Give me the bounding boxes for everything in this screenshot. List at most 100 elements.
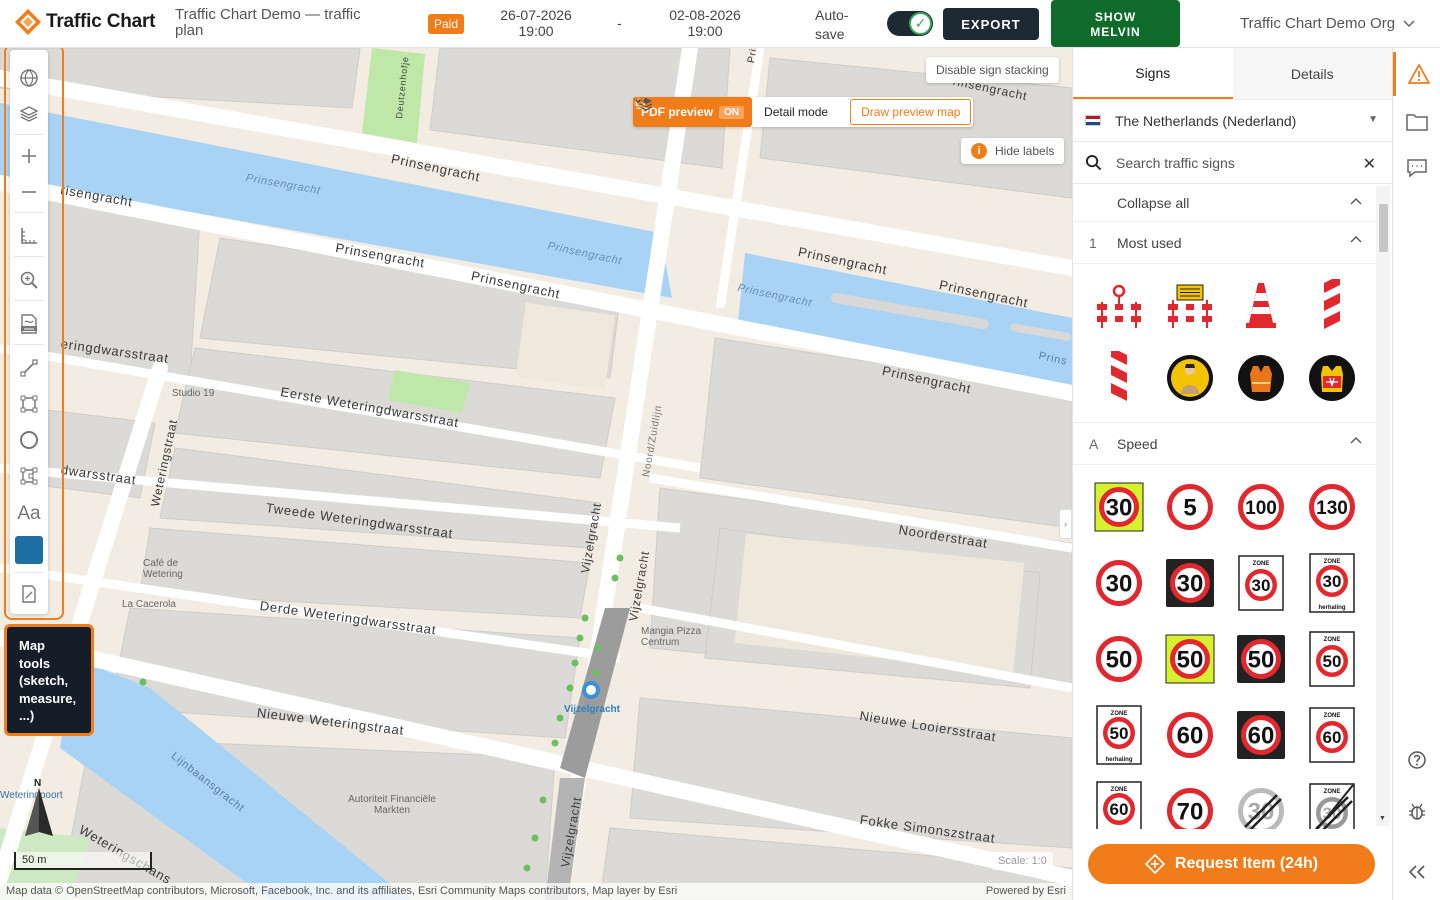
date-separator: - xyxy=(617,15,622,31)
speed-sign-70-plain[interactable]: 70 xyxy=(1154,773,1225,829)
speed-sign-50-plain[interactable]: 50 xyxy=(1083,621,1154,697)
speed-value: 30 xyxy=(1322,572,1341,591)
speed-sign-50-zone[interactable]: 50 ZONE xyxy=(1296,621,1367,697)
zoom-in-button[interactable] xyxy=(11,140,47,172)
speed-sign-30-zone-end[interactable]: 30ZONE xyxy=(1296,773,1367,829)
draw-preview-map-button[interactable]: Draw preview map xyxy=(633,98,972,125)
rail-help[interactable] xyxy=(1393,738,1440,782)
zoom-to-button[interactable] xyxy=(11,264,47,296)
disable-sign-stacking-button[interactable]: Disable sign stacking xyxy=(926,57,1059,83)
speed-limit-icon: 5 xyxy=(1166,484,1213,530)
speed-sign-30-zone[interactable]: 30 ZONE xyxy=(1225,545,1296,621)
color-picker-button[interactable] xyxy=(11,534,47,566)
sign-closed-road-barrier[interactable] xyxy=(1154,270,1225,342)
gpx-import-button[interactable] xyxy=(11,308,47,340)
org-switcher[interactable]: Traffic Chart Demo Org xyxy=(1240,15,1415,32)
detail-mode-dropdown[interactable]: Detail mode xyxy=(633,97,840,119)
speed-sign-50-zone[interactable]: 50 ZONE herhaling xyxy=(1083,697,1154,773)
sign-barrier-light[interactable] xyxy=(1083,270,1154,342)
map-canvas[interactable]: Prinsengracht Prinsengracht Prinsengrach… xyxy=(0,48,1072,900)
zone-label: ZONE xyxy=(1323,637,1340,643)
section-letter: 1 xyxy=(1089,234,1097,251)
draw-circle-button[interactable] xyxy=(11,424,47,456)
speed-sign-5-plain[interactable]: 5 xyxy=(1154,469,1225,545)
polygon-tool-icon xyxy=(20,467,38,485)
clear-search-icon[interactable]: ✕ xyxy=(1363,154,1376,174)
draw-polygon-button[interactable] xyxy=(11,460,47,492)
show-melvin-button[interactable]: SHOW MELVIN xyxy=(1051,0,1180,47)
search-input[interactable]: Search traffic signs xyxy=(1116,155,1235,171)
speed-value: 60 xyxy=(1322,728,1341,747)
sign-warning-vest[interactable] xyxy=(1296,342,1367,414)
text-tool-glyph: Aa xyxy=(17,503,41,524)
speed-value: 50 xyxy=(1247,647,1274,674)
speed-sign-100-plain[interactable]: 100 xyxy=(1225,469,1296,545)
request-item-button[interactable]: Request Item (24h) xyxy=(1088,844,1375,884)
hide-labels-button[interactable]: i Hide labels xyxy=(961,138,1065,164)
speed-value: 60 xyxy=(1109,800,1128,819)
panel-scrollbar[interactable]: ▼ xyxy=(1376,186,1390,826)
text-tool-button[interactable]: Aa xyxy=(11,498,47,530)
section-title: Speed xyxy=(1117,435,1158,452)
speed-value: 30 xyxy=(1176,571,1203,598)
sign-safety-vest[interactable] xyxy=(1225,342,1296,414)
draw-line-button[interactable] xyxy=(11,352,47,384)
country-select[interactable]: The Netherlands (Nederland) ▼ xyxy=(1073,100,1392,142)
speed-sign-30-end[interactable]: 30 xyxy=(1225,773,1296,829)
sign-beacon-right[interactable] xyxy=(1296,270,1367,342)
speed-sign-60-zone[interactable]: 60 ZONE xyxy=(1296,697,1367,773)
sign-traffic-controller[interactable] xyxy=(1154,342,1225,414)
export-button[interactable]: EXPORT xyxy=(943,8,1039,40)
speed-value: 50 xyxy=(1109,724,1128,743)
traffic-controller-icon xyxy=(1166,355,1213,401)
speed-sign-30-black[interactable]: 30 xyxy=(1154,545,1225,621)
speed-value: 50 xyxy=(1322,652,1341,671)
map-tools-panel: Aa xyxy=(10,50,48,614)
rail-comments[interactable] xyxy=(1393,146,1440,190)
speed-sign-30-plain[interactable]: 30 xyxy=(1083,545,1154,621)
speed-sign-50-black[interactable]: 50 xyxy=(1225,621,1296,697)
date-to[interactable]: 02-08-2026 19:00 xyxy=(659,7,751,39)
speed-sign-30-yellow[interactable]: 30 xyxy=(1083,469,1154,545)
basemap-button[interactable] xyxy=(11,62,47,94)
notes-button[interactable] xyxy=(11,578,47,610)
section-speed[interactable]: A Speed xyxy=(1073,423,1376,465)
speed-sign-60-plain[interactable]: 60 xyxy=(1154,697,1225,773)
scroll-down-icon[interactable]: ▼ xyxy=(1379,815,1386,822)
section-most-used[interactable]: 1 Most used xyxy=(1073,222,1376,264)
app-name: Traffic Chart xyxy=(46,11,156,32)
speed-sign-50-yellow[interactable]: 50 xyxy=(1154,621,1225,697)
draw-rectangle-button[interactable] xyxy=(11,388,47,420)
autosave-toggle[interactable]: ✓ xyxy=(887,11,933,36)
hide-labels-label: Hide labels xyxy=(995,144,1055,158)
rail-files[interactable] xyxy=(1393,100,1440,144)
app-logo[interactable]: Traffic Chart xyxy=(14,8,156,36)
paid-badge: Paid xyxy=(428,14,465,34)
rail-warnings[interactable] xyxy=(1393,52,1440,96)
sign-search[interactable]: Search traffic signs ✕ xyxy=(1073,142,1392,184)
speed-value: 30 xyxy=(1105,495,1132,522)
rail-report-bug[interactable] xyxy=(1393,790,1440,834)
line-tool-icon xyxy=(20,359,38,377)
speed-value: 30 xyxy=(1105,571,1132,598)
rail-collapse[interactable] xyxy=(1393,850,1440,894)
speed-sign-60-black[interactable]: 60 xyxy=(1225,697,1296,773)
bug-icon xyxy=(1409,803,1425,820)
speed-sign-130-plain[interactable]: 130 xyxy=(1296,469,1367,545)
collapse-all-row[interactable]: Collapse all xyxy=(1073,184,1376,222)
layers-button[interactable] xyxy=(11,98,47,130)
tab-details[interactable]: Details xyxy=(1232,48,1392,99)
powered-by[interactable]: Powered by Esri xyxy=(986,885,1066,897)
date-from[interactable]: 26-07-2026 19:00 xyxy=(490,7,582,39)
scrollbar-thumb[interactable] xyxy=(1379,204,1388,252)
speed-limit-icon: 30 ZONE xyxy=(1237,555,1284,611)
tab-signs[interactable]: Signs xyxy=(1073,48,1233,99)
plan-title[interactable]: Traffic Chart Demo — traffic plan xyxy=(175,7,375,39)
speed-sign-30-zone[interactable]: 30 ZONE herhaling xyxy=(1296,545,1367,621)
measure-button[interactable] xyxy=(11,220,47,252)
zoom-out-button[interactable] xyxy=(11,176,47,208)
sign-beacon-left[interactable] xyxy=(1083,342,1154,414)
panel-collapse-handle[interactable]: › xyxy=(1059,509,1072,539)
sign-traffic-cone[interactable] xyxy=(1225,270,1296,342)
speed-sign-60-zone[interactable]: 60ZONEherhaling xyxy=(1083,773,1154,829)
